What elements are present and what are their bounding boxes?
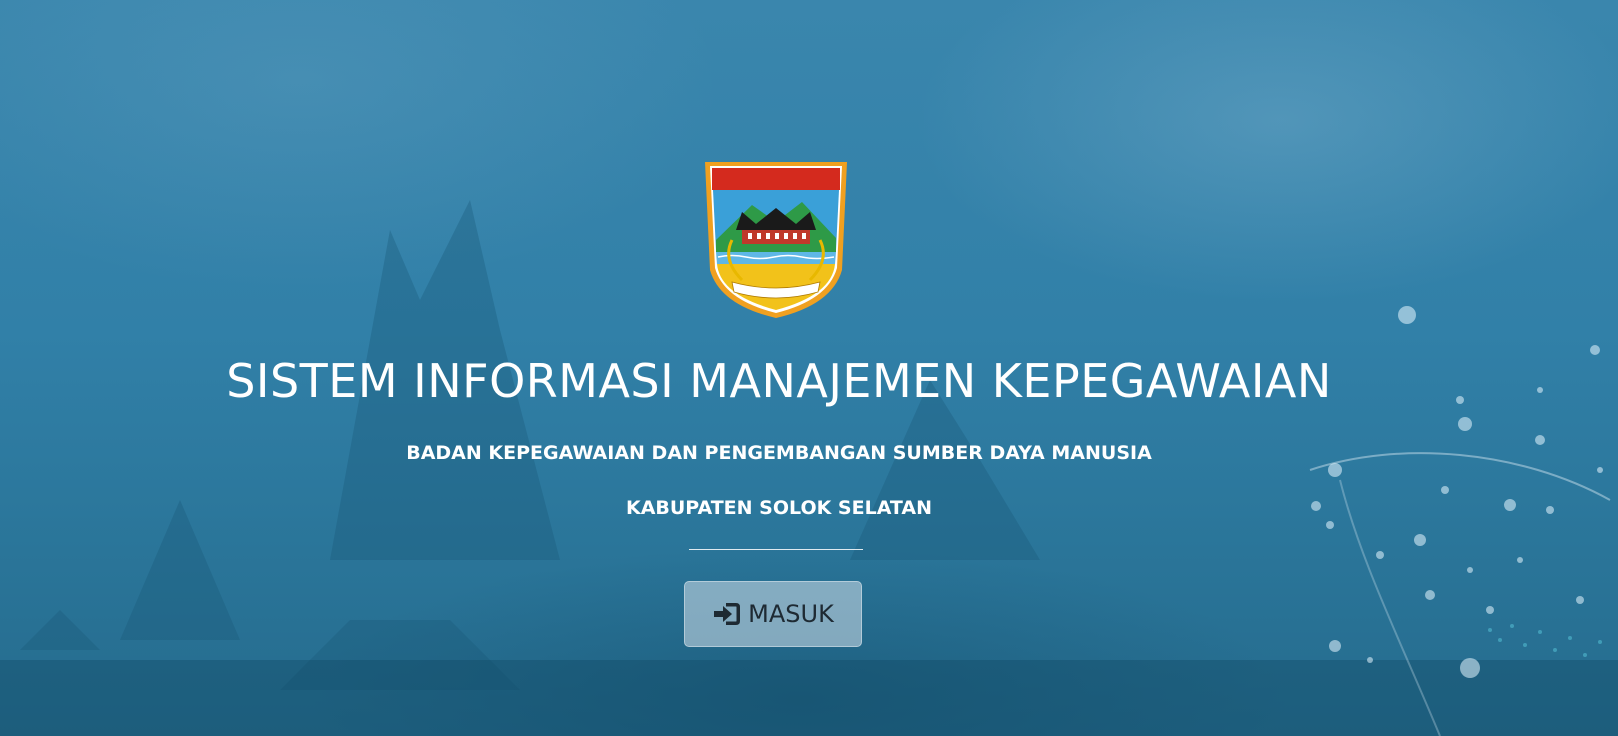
page-title: SISTEM INFORMASI MANAJEMEN KEPEGAWAIAN xyxy=(226,354,1332,408)
regency-name: KABUPATEN SOLOK SELATAN xyxy=(625,497,933,519)
coat-of-arms-icon xyxy=(705,162,847,318)
divider xyxy=(689,549,863,550)
agency-name: BADAN KEPEGAWAIAN DAN PENGEMBANGAN SUMBE… xyxy=(406,442,1152,464)
sign-in-icon xyxy=(712,601,742,627)
hero-section: SISTEM INFORMASI MANAJEMEN KEPEGAWAIAN B… xyxy=(0,0,1558,736)
login-button-label: MASUK xyxy=(748,600,834,628)
regency-logo xyxy=(702,160,850,320)
login-button[interactable]: MASUK xyxy=(684,581,862,647)
